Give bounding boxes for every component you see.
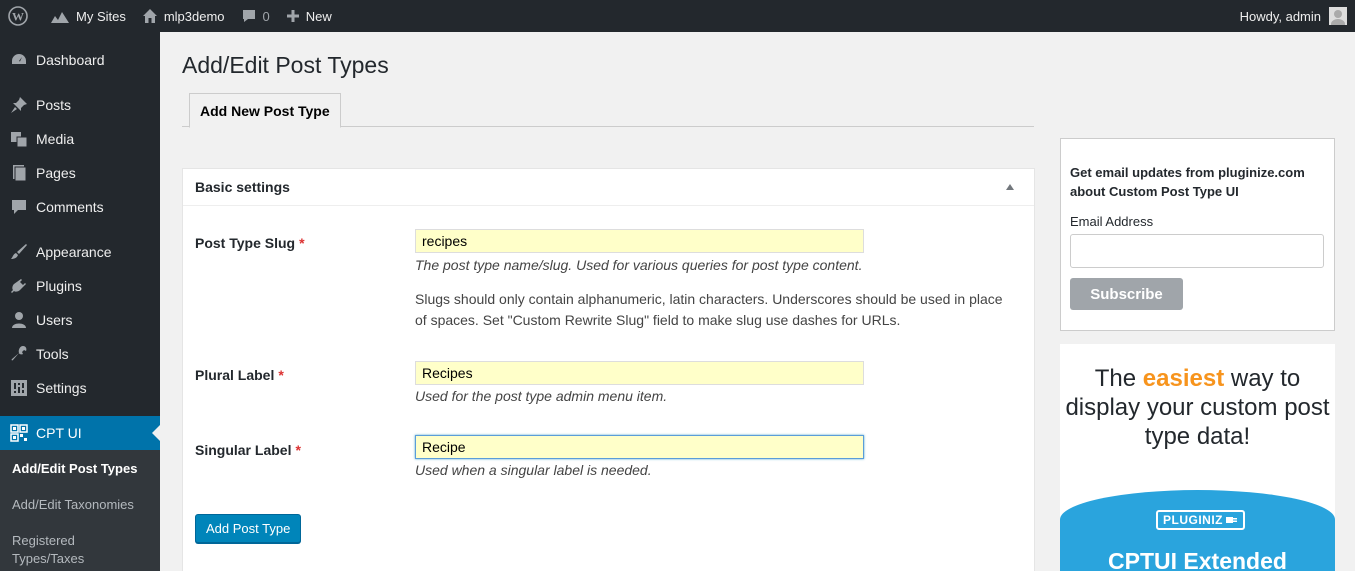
sidebar-item-label: Dashboard bbox=[36, 52, 105, 68]
dashboard-icon bbox=[10, 51, 28, 69]
add-post-type-button[interactable]: Add Post Type bbox=[195, 514, 302, 543]
submenu-item-add-edit-post-types[interactable]: Add/Edit Post Types bbox=[0, 456, 160, 482]
tab-add-new-post-type[interactable]: Add New Post Type bbox=[189, 93, 341, 128]
wordpress-logo-icon: W bbox=[8, 6, 28, 26]
avatar bbox=[1329, 7, 1347, 25]
submenu-item-add-edit-taxonomies[interactable]: Add/Edit Taxonomies bbox=[0, 492, 160, 518]
post-type-slug-label-text: Post Type Slug bbox=[195, 235, 296, 251]
sidebar-item-media[interactable]: Media bbox=[0, 122, 160, 156]
paintbrush-icon bbox=[10, 243, 28, 261]
collapse-arrow-icon[interactable] bbox=[1006, 184, 1014, 190]
settings-sliders-icon bbox=[10, 379, 28, 397]
pushpin-icon bbox=[10, 96, 28, 114]
pages-icon bbox=[10, 164, 28, 182]
site-name-label: mlp3demo bbox=[163, 8, 225, 24]
sidebar-item-label: Comments bbox=[36, 199, 104, 215]
sidebar-item-pages[interactable]: Pages bbox=[0, 156, 160, 190]
new-label: New bbox=[305, 8, 332, 24]
home-icon bbox=[142, 9, 157, 23]
sidebar-item-appearance[interactable]: Appearance bbox=[0, 235, 160, 269]
singular-label-input[interactable] bbox=[415, 435, 864, 459]
pluginize-logo: PLUGINIZ bbox=[1156, 510, 1245, 530]
post-type-slug-label: Post Type Slug * bbox=[195, 235, 305, 251]
required-marker: * bbox=[278, 367, 284, 383]
singular-label-label: Singular Label * bbox=[195, 442, 301, 458]
cpt-ui-submenu: Add/Edit Post Types Add/Edit Taxonomies … bbox=[0, 450, 160, 571]
comment-bubble-icon bbox=[242, 10, 255, 22]
new-content-menu[interactable]: New bbox=[278, 0, 340, 32]
ad-highlight: easiest bbox=[1142, 365, 1225, 392]
qr-grid-icon bbox=[10, 424, 28, 442]
main-content: Add/Edit Post Types Add New Post Type Ba… bbox=[160, 32, 1355, 571]
sidebar-item-label: CPT UI bbox=[36, 425, 82, 441]
plural-label-label: Plural Label * bbox=[195, 367, 284, 383]
plus-icon bbox=[286, 10, 299, 22]
sidebar-item-posts[interactable]: Posts bbox=[0, 88, 160, 122]
submenu-item-registered-types-taxes[interactable]: Registered Types/Taxes bbox=[0, 528, 110, 571]
post-type-slug-note: Slugs should only contain alphanumeric, … bbox=[415, 291, 1003, 328]
wordpress-logo-button[interactable]: W bbox=[0, 0, 42, 32]
sidebar-item-label: Tools bbox=[36, 346, 69, 362]
my-sites-label: My Sites bbox=[76, 8, 126, 24]
account-menu[interactable]: Howdy, admin bbox=[1240, 7, 1355, 25]
sidebar-item-label: Plugins bbox=[36, 278, 82, 294]
singular-label-description: Used when a singular label is needed. bbox=[415, 462, 652, 478]
sidebar-item-cpt-ui[interactable]: CPT UI bbox=[0, 416, 160, 450]
email-updates-title: Get email updates from pluginize.com abo… bbox=[1070, 165, 1305, 199]
sidebar-item-dashboard[interactable]: Dashboard bbox=[0, 43, 160, 77]
basic-settings-header[interactable]: Basic settings bbox=[183, 169, 1034, 206]
section-title: Basic settings bbox=[195, 179, 290, 195]
sidebar-item-label: Media bbox=[36, 131, 75, 147]
pluginize-brand-text: PLUGINIZ bbox=[1163, 513, 1223, 527]
email-address-label: Email Address bbox=[1070, 214, 1154, 229]
sidebar-item-plugins[interactable]: Plugins bbox=[0, 269, 160, 303]
admin-sidebar: Dashboard Posts Media Pages Comments App… bbox=[0, 32, 160, 571]
ad-text-before: The bbox=[1094, 365, 1137, 392]
singular-label-label-text: Singular Label bbox=[195, 442, 292, 458]
plugin-icon bbox=[10, 277, 28, 295]
svg-text:W: W bbox=[12, 10, 24, 24]
basic-settings-panel: Basic settings Post Type Slug* The post … bbox=[182, 168, 1035, 571]
post-type-slug-input[interactable] bbox=[415, 229, 864, 253]
plural-label-input[interactable] bbox=[415, 361, 864, 385]
sidebar-item-users[interactable]: Users bbox=[0, 303, 160, 337]
wrench-icon bbox=[10, 345, 28, 363]
sidebar-item-comments[interactable]: Comments bbox=[0, 190, 160, 224]
plural-label-description: Used for the post type admin menu item. bbox=[415, 388, 668, 404]
required-marker: * bbox=[299, 235, 305, 251]
greeting-label: Howdy, admin bbox=[1239, 8, 1321, 24]
comments-menu[interactable]: 0 bbox=[233, 0, 278, 32]
email-address-input[interactable] bbox=[1070, 234, 1324, 268]
required-marker: * bbox=[295, 442, 301, 458]
subscribe-button[interactable]: Subscribe bbox=[1070, 278, 1183, 310]
sidebar-item-settings[interactable]: Settings bbox=[0, 371, 160, 405]
site-name-menu[interactable]: mlp3demo bbox=[134, 0, 233, 32]
post-type-slug-description: The post type name/slug. Used for variou… bbox=[415, 257, 863, 273]
sidebar-item-label: Appearance bbox=[36, 244, 112, 260]
sidebar-item-label: Users bbox=[36, 312, 73, 328]
media-icon bbox=[10, 130, 28, 148]
sidebar-item-label: Posts bbox=[36, 97, 72, 113]
my-sites-icon bbox=[51, 12, 69, 23]
sidebar-item-label: Pages bbox=[36, 165, 76, 181]
my-sites-menu[interactable]: My Sites bbox=[42, 0, 134, 32]
ad-headline: The easiest way to display your custom p… bbox=[1060, 364, 1335, 451]
plural-label-label-text: Plural Label bbox=[195, 367, 275, 383]
sidebar-item-tools[interactable]: Tools bbox=[0, 337, 160, 371]
user-icon bbox=[10, 311, 28, 329]
sidebar-item-label: Settings bbox=[36, 380, 87, 396]
admin-bar: W My Sites mlp3demo 0 New Howdy, admin bbox=[0, 0, 1355, 32]
page-title: Add/Edit Post Types bbox=[182, 52, 389, 78]
ad-product-name: CPTUI Extended bbox=[1108, 548, 1287, 571]
cptui-extended-ad[interactable]: The easiest way to display your custom p… bbox=[1060, 344, 1335, 571]
comments-count: 0 bbox=[262, 8, 270, 24]
email-updates-widget: Get email updates from pluginize.com abo… bbox=[1060, 138, 1335, 331]
plug-icon bbox=[1226, 517, 1237, 523]
comments-icon bbox=[10, 198, 28, 216]
